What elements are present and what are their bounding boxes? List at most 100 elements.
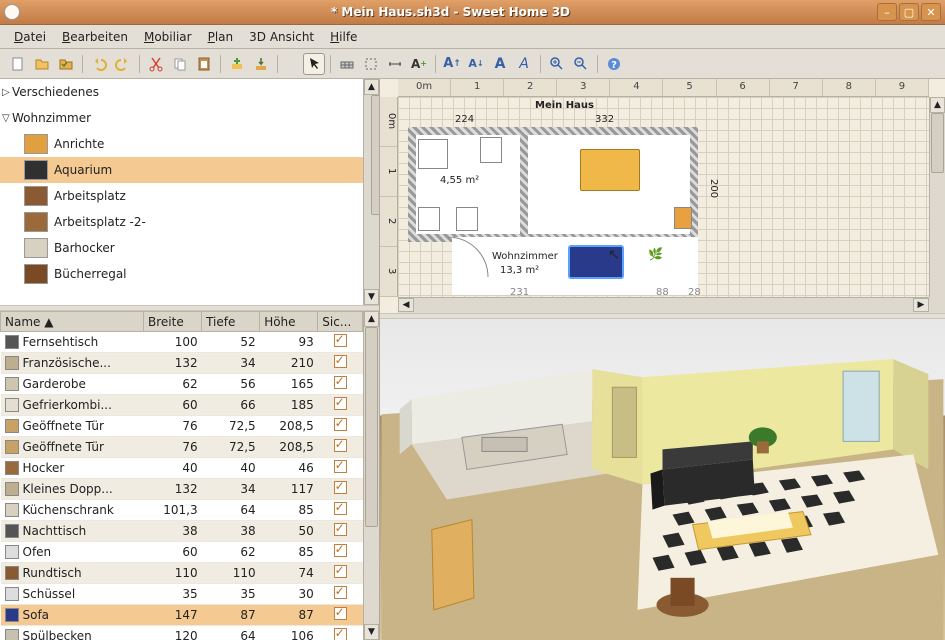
add-text-icon[interactable]: A+ bbox=[408, 53, 430, 75]
furn-sofa-selected[interactable] bbox=[568, 245, 624, 279]
copy-icon[interactable] bbox=[169, 53, 191, 75]
zoom-out-icon[interactable] bbox=[570, 53, 592, 75]
furniture-catalog[interactable]: ▷ Verschiedenes▽ WohnzimmerAnrichteAquar… bbox=[0, 79, 379, 305]
col-name[interactable]: Name ▲ bbox=[1, 312, 144, 332]
plan-hscroll[interactable]: ◀ ▶ bbox=[398, 297, 929, 313]
scroll-up-icon[interactable]: ▲ bbox=[364, 311, 379, 327]
menu-datei[interactable]: Datei bbox=[6, 27, 54, 47]
col-hoehe[interactable]: Höhe bbox=[260, 312, 318, 332]
help-icon[interactable]: ? bbox=[603, 53, 625, 75]
furniture-row[interactable]: Fernsehtisch 1005293 bbox=[1, 332, 363, 353]
catalog-item[interactable]: Bücherregal bbox=[0, 261, 379, 287]
close-button[interactable]: ✕ bbox=[921, 3, 941, 21]
text-bold-icon[interactable]: A bbox=[489, 53, 511, 75]
visibility-checkbox[interactable] bbox=[334, 439, 347, 452]
minimize-button[interactable]: – bbox=[877, 3, 897, 21]
furn-sink-small[interactable] bbox=[456, 207, 478, 231]
catalog-item[interactable]: Arbeitsplatz bbox=[0, 183, 379, 209]
menu-bearbeiten[interactable]: Bearbeiten bbox=[54, 27, 136, 47]
scroll-thumb[interactable] bbox=[931, 113, 944, 173]
col-sichtbar[interactable]: Sic... bbox=[318, 312, 363, 332]
select-tool-icon[interactable] bbox=[303, 53, 325, 75]
col-breite[interactable]: Breite bbox=[144, 312, 202, 332]
inner-wall[interactable] bbox=[520, 135, 528, 235]
furniture-list[interactable]: Name ▲ Breite Tiefe Höhe Sic... Fernseht… bbox=[0, 311, 379, 640]
text-smaller-icon[interactable]: A↓ bbox=[465, 53, 487, 75]
visibility-checkbox[interactable] bbox=[334, 544, 347, 557]
catalog-item[interactable]: Arbeitsplatz -2- bbox=[0, 209, 379, 235]
catalog-category[interactable]: ▷ Verschiedenes bbox=[0, 79, 379, 105]
text-italic-icon[interactable]: A bbox=[513, 53, 535, 75]
3d-scene[interactable] bbox=[380, 319, 945, 640]
scroll-down-icon[interactable]: ▼ bbox=[364, 289, 379, 305]
new-file-icon[interactable] bbox=[7, 53, 29, 75]
catalog-item[interactable]: Aquarium bbox=[0, 157, 379, 183]
catalog-scrollbar[interactable]: ▲ ▼ bbox=[363, 79, 379, 305]
visibility-checkbox[interactable] bbox=[334, 334, 347, 347]
furniture-row[interactable]: Geöffnete Tür 7672,5208,5 bbox=[1, 437, 363, 458]
furniture-row[interactable]: Spülbecken 12064106 bbox=[1, 626, 363, 640]
scroll-down-icon[interactable]: ▼ bbox=[364, 624, 379, 640]
plan-view[interactable]: 0m123456789 0m123 Mein Haus 224 332 200 … bbox=[380, 79, 945, 313]
visibility-checkbox[interactable] bbox=[334, 607, 347, 620]
furniture-row[interactable]: Gefrierkombi... 6066185 bbox=[1, 395, 363, 416]
furniture-row[interactable]: Küchenschrank 101,36485 bbox=[1, 500, 363, 521]
text-bigger-icon[interactable]: A↑ bbox=[441, 53, 463, 75]
visibility-checkbox[interactable] bbox=[334, 628, 347, 640]
scroll-up-icon[interactable]: ▲ bbox=[364, 79, 379, 95]
visibility-checkbox[interactable] bbox=[334, 376, 347, 389]
create-dimension-icon[interactable] bbox=[384, 53, 406, 75]
visibility-checkbox[interactable] bbox=[334, 460, 347, 473]
visibility-checkbox[interactable] bbox=[334, 397, 347, 410]
visibility-checkbox[interactable] bbox=[334, 565, 347, 578]
furniture-row[interactable]: Ofen 606285 bbox=[1, 542, 363, 563]
catalog-item[interactable]: Anrichte bbox=[0, 131, 379, 157]
paste-icon[interactable] bbox=[193, 53, 215, 75]
scroll-up-icon[interactable]: ▲ bbox=[930, 97, 945, 113]
redo-icon[interactable] bbox=[112, 53, 134, 75]
furniture-row[interactable]: Nachttisch 383850 bbox=[1, 521, 363, 542]
visibility-checkbox[interactable] bbox=[334, 481, 347, 494]
furn-washer[interactable] bbox=[418, 207, 440, 231]
furn-plant[interactable]: 🌿 bbox=[648, 247, 666, 271]
save-file-icon[interactable] bbox=[55, 53, 77, 75]
furn-picture[interactable] bbox=[674, 207, 692, 229]
furn-bed[interactable] bbox=[580, 149, 640, 191]
visibility-checkbox[interactable] bbox=[334, 523, 347, 536]
menu-hilfe[interactable]: Hilfe bbox=[322, 27, 365, 47]
open-file-icon[interactable] bbox=[31, 53, 53, 75]
furniture-row[interactable]: Sofa 1478787 bbox=[1, 605, 363, 626]
3d-view[interactable] bbox=[380, 319, 945, 640]
furniture-row[interactable]: Geöffnete Tür 7672,5208,5 bbox=[1, 416, 363, 437]
visibility-checkbox[interactable] bbox=[334, 418, 347, 431]
col-tiefe[interactable]: Tiefe bbox=[202, 312, 260, 332]
zoom-in-icon[interactable] bbox=[546, 53, 568, 75]
scroll-thumb[interactable] bbox=[371, 95, 379, 215]
menu-3d-ansicht[interactable]: 3D Ansicht bbox=[241, 27, 322, 47]
furniture-row[interactable]: Französische... 13234210 bbox=[1, 353, 363, 374]
visibility-checkbox[interactable] bbox=[334, 586, 347, 599]
import-furniture-icon[interactable] bbox=[250, 53, 272, 75]
scroll-thumb[interactable] bbox=[365, 327, 378, 527]
3d-door[interactable] bbox=[432, 520, 474, 610]
catalog-item[interactable]: Barhocker bbox=[0, 235, 379, 261]
undo-icon[interactable] bbox=[88, 53, 110, 75]
cut-icon[interactable] bbox=[145, 53, 167, 75]
menu-plan[interactable]: Plan bbox=[200, 27, 242, 47]
furniture-row[interactable]: Kleines Dopp... 13234117 bbox=[1, 479, 363, 500]
furniture-row[interactable]: Rundtisch 11011074 bbox=[1, 563, 363, 584]
furniture-row[interactable]: Garderobe 6256165 bbox=[1, 374, 363, 395]
visibility-checkbox[interactable] bbox=[334, 355, 347, 368]
catalog-category[interactable]: ▽ Wohnzimmer bbox=[0, 105, 379, 131]
scroll-left-icon[interactable]: ◀ bbox=[398, 298, 414, 312]
scroll-right-icon[interactable]: ▶ bbox=[913, 298, 929, 312]
visibility-checkbox[interactable] bbox=[334, 502, 347, 515]
maximize-button[interactable]: ▢ bbox=[899, 3, 919, 21]
menu-mobiliar[interactable]: Mobiliar bbox=[136, 27, 200, 47]
create-walls-icon[interactable] bbox=[336, 53, 358, 75]
furniture-scrollbar[interactable]: ▲ ▼ bbox=[363, 311, 379, 640]
furn-toilet[interactable] bbox=[480, 137, 502, 163]
plan-vscroll[interactable]: ▲ ▼ bbox=[929, 97, 945, 313]
furn-shower[interactable] bbox=[418, 139, 448, 169]
add-furniture-icon[interactable] bbox=[226, 53, 248, 75]
